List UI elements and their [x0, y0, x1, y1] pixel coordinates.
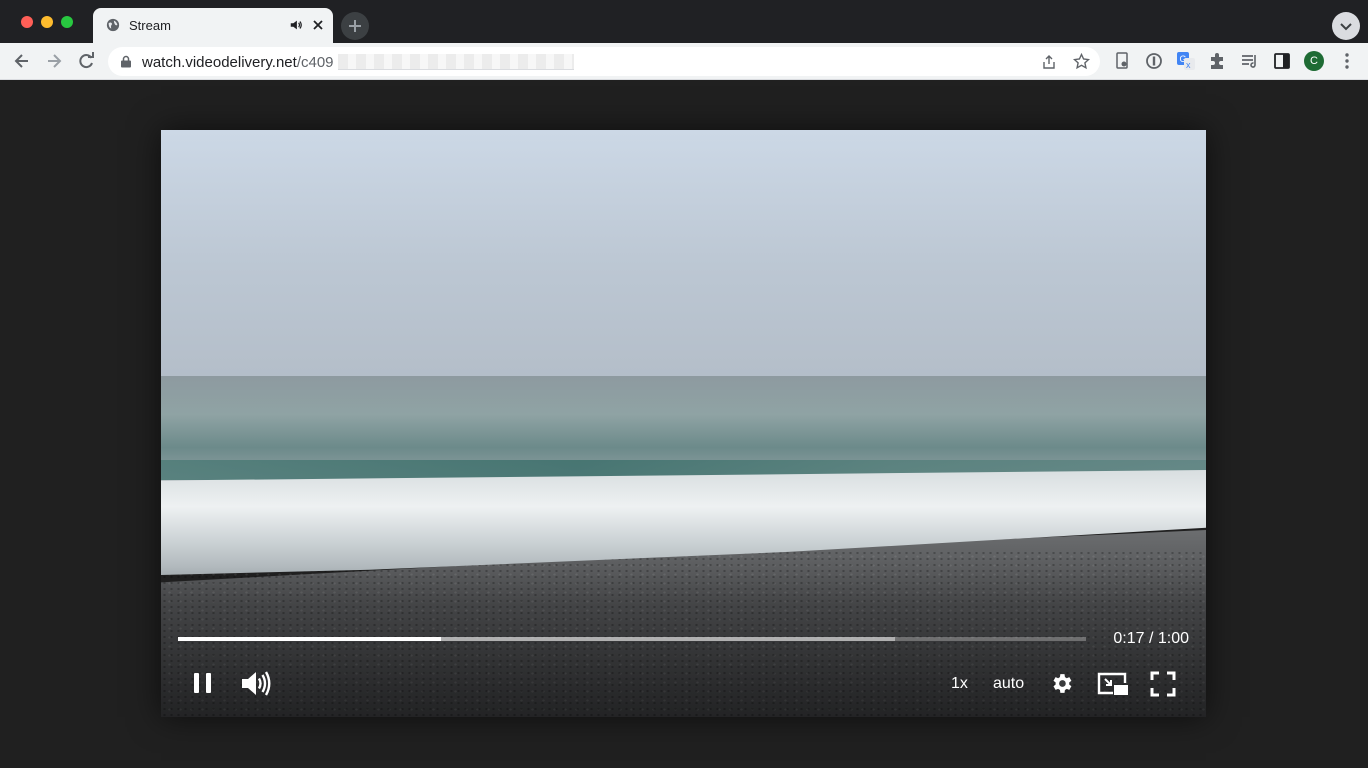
video-player[interactable]: 0:17 / 1:00 1x auto — [161, 130, 1206, 717]
extensions-puzzle-icon[interactable] — [1208, 51, 1228, 71]
time-separator: / — [1144, 630, 1158, 647]
picture-in-picture-icon — [1097, 672, 1128, 695]
url-path: /c409 — [296, 54, 334, 71]
chevron-down-icon — [1340, 23, 1352, 31]
pause-icon — [194, 673, 211, 693]
reload-icon[interactable] — [76, 51, 96, 71]
speaker-icon[interactable] — [289, 18, 303, 32]
back-icon[interactable] — [12, 51, 32, 71]
playback-speed-button[interactable]: 1x — [951, 675, 968, 693]
current-time: 0:17 — [1113, 630, 1145, 647]
fullscreen-button[interactable] — [1150, 671, 1176, 697]
redacted-url-segment — [338, 54, 574, 70]
url-host: watch.videodelivery.net — [142, 54, 297, 71]
minimize-window-button[interactable] — [41, 16, 53, 28]
volume-button[interactable] — [241, 670, 271, 697]
address-bar[interactable]: watch.videodelivery.net/c409 — [108, 47, 1100, 76]
fullscreen-icon — [1150, 671, 1176, 697]
zoom-window-button[interactable] — [61, 16, 73, 28]
tab-search-button[interactable] — [1332, 12, 1360, 40]
played-bar — [178, 637, 442, 641]
more-menu-icon[interactable] — [1337, 51, 1357, 71]
share-icon[interactable] — [1041, 54, 1057, 70]
url-text[interactable]: watch.videodelivery.net/c409 — [142, 54, 334, 71]
video-frame[interactable] — [161, 130, 1206, 717]
bookmark-star-icon[interactable] — [1073, 53, 1090, 70]
close-icon[interactable] — [310, 17, 326, 33]
duration: 1:00 — [1157, 630, 1189, 647]
tab-stream[interactable]: Stream — [93, 8, 333, 43]
tab-strip: Stream — [0, 0, 1368, 43]
quality-button[interactable]: auto — [993, 675, 1024, 693]
video-sky — [161, 130, 1206, 377]
plus-icon — [349, 20, 361, 32]
password-manager-icon[interactable] — [1144, 51, 1164, 71]
globe-icon — [106, 18, 120, 32]
forward-icon[interactable] — [44, 51, 64, 71]
side-panel-icon[interactable] — [1272, 51, 1292, 71]
reading-list-icon[interactable] — [1240, 51, 1260, 71]
tab-title: Stream — [129, 18, 171, 33]
lock-icon[interactable] — [120, 55, 132, 68]
seek-bar[interactable] — [178, 637, 1086, 641]
reader-extension-icon[interactable] — [1112, 51, 1132, 71]
new-tab-button[interactable] — [341, 12, 369, 40]
close-window-button[interactable] — [21, 16, 33, 28]
volume-icon — [242, 671, 271, 696]
browser-toolbar: watch.videodelivery.net/c409 G x C — [0, 43, 1368, 80]
svg-text:x: x — [1186, 60, 1191, 70]
pause-button[interactable] — [192, 671, 214, 695]
profile-avatar[interactable]: C — [1304, 51, 1324, 71]
picture-in-picture-button[interactable] — [1097, 672, 1129, 696]
time-display: 0:17 / 1:00 — [1113, 630, 1189, 648]
page-content: 0:17 / 1:00 1x auto — [0, 80, 1368, 768]
translate-icon[interactable]: G x — [1176, 51, 1196, 71]
settings-button[interactable] — [1049, 671, 1074, 696]
gear-icon — [1053, 674, 1072, 693]
